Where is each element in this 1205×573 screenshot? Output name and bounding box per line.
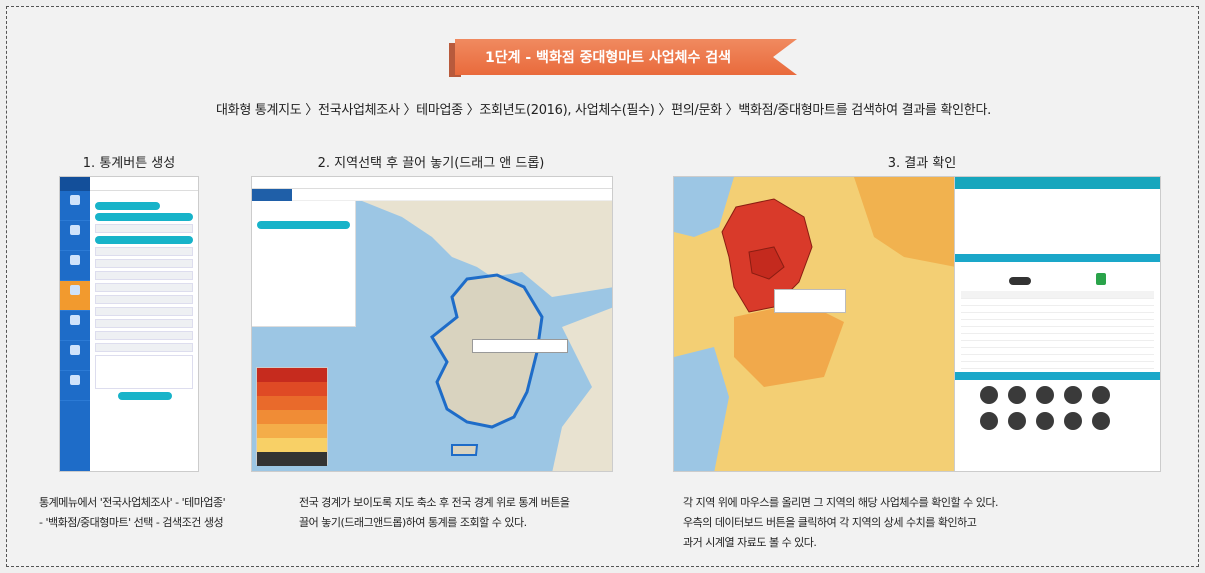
stat-menu-sidebar	[60, 177, 90, 471]
building-icon	[70, 255, 80, 265]
result-map[interactable]	[674, 177, 956, 472]
category-row[interactable]	[95, 307, 193, 316]
data-view-header	[955, 254, 1160, 262]
theme-pill[interactable]	[95, 236, 193, 244]
panel-title	[90, 191, 198, 199]
result-table	[961, 291, 1154, 369]
search-summary	[955, 189, 1160, 251]
caption-line: 우측의 데이터보드 버튼을 클릭하여 각 지역의 상세 수치를 확인하고	[683, 516, 977, 529]
menu-item[interactable]	[60, 191, 90, 221]
banner-title: 1단계 - 백화점 중대형마트 사업체수 검색	[455, 39, 798, 75]
year-button[interactable]	[1092, 385, 1110, 404]
step-1-title: 1. 통계버튼 생성	[82, 156, 176, 171]
category-row[interactable]	[95, 319, 193, 328]
intro-text: 대화형 통계지도 〉전국사업체조사 〉테마업종 〉조회년도(2016), 사업체…	[216, 103, 991, 118]
database-icon	[70, 345, 80, 355]
category-row[interactable]	[95, 247, 193, 256]
category-row[interactable]	[95, 331, 193, 340]
year-button[interactable]	[1064, 385, 1082, 404]
map-toolbar	[252, 189, 612, 201]
caption-line: - '백화점/중대형마트' 선택 - 검색조건 생성	[39, 516, 224, 529]
year-button[interactable]	[980, 385, 998, 404]
create-button[interactable]	[118, 392, 172, 400]
year-button[interactable]	[1036, 385, 1054, 404]
step-3-caption: 각 지역 위에 마우스를 올리면 그 지역의 해당 사업체수를 확인할 수 있다…	[683, 493, 998, 553]
view-toggle[interactable]	[955, 262, 1160, 288]
people-icon	[70, 225, 80, 235]
panel-header	[90, 177, 198, 191]
menu-item[interactable]	[60, 371, 90, 401]
excel-icon[interactable]	[1096, 273, 1107, 285]
caption-line: 과거 시계열 자료도 볼 수 있다.	[683, 536, 817, 549]
year-buttons	[955, 380, 1160, 440]
tab-pill[interactable]	[95, 202, 160, 210]
region-tooltip	[774, 289, 846, 313]
year-button[interactable]	[1036, 411, 1054, 430]
stat-menu-button[interactable]	[252, 189, 292, 201]
caption-line: 통계메뉴에서 '전국사업체조사' - '테마업종'	[39, 496, 226, 509]
caption-line: 각 지역 위에 마우스를 올리면 그 지역의 해당 사업체수를 확인할 수 있다…	[683, 496, 998, 509]
chart-icon	[70, 315, 80, 325]
step-2-screenshot	[251, 176, 613, 472]
year-button[interactable]	[1008, 385, 1026, 404]
menu-item[interactable]	[60, 251, 90, 281]
category-row[interactable]	[95, 259, 193, 268]
category-row[interactable]	[95, 271, 193, 280]
option-row[interactable]	[95, 224, 193, 233]
year-select[interactable]	[95, 213, 193, 221]
category-row[interactable]	[95, 283, 193, 292]
menu-item[interactable]	[60, 341, 90, 371]
step-banner: 1단계 - 백화점 중대형마트 사업체수 검색	[449, 37, 798, 77]
step-1-screenshot	[59, 176, 199, 472]
data-board-header	[955, 177, 1160, 189]
search-condition-panel	[90, 177, 198, 471]
dragged-stat-button[interactable]	[257, 221, 350, 229]
step-3-screenshot	[673, 176, 1161, 472]
menu-item-business-survey[interactable]	[60, 281, 90, 311]
legend	[256, 367, 328, 466]
menu-item[interactable]	[60, 311, 90, 341]
jeju	[451, 444, 479, 456]
year-button[interactable]	[980, 411, 998, 430]
caption-line: 끌어 놓기(드래그앤드롭)하여 통계를 조회할 수 있다.	[299, 516, 527, 529]
year-button[interactable]	[1008, 411, 1026, 430]
tutorial-frame: 1단계 - 백화점 중대형마트 사업체수 검색 대화형 통계지도 〉전국사업체조…	[6, 6, 1199, 567]
toggle-switch[interactable]	[1008, 277, 1031, 285]
category-row[interactable]	[95, 295, 193, 304]
caption-line: 전국 경계가 보이도록 지도 축소 후 전국 경계 위로 통계 버튼을	[299, 496, 570, 509]
selection-panel	[252, 201, 356, 327]
checkbox-list[interactable]	[95, 355, 193, 389]
data-board	[954, 177, 1160, 471]
year-button[interactable]	[1092, 411, 1110, 430]
map-topbar	[252, 177, 612, 189]
category-row[interactable]	[95, 343, 193, 352]
timeseries-header	[955, 371, 1160, 380]
year-button[interactable]	[1064, 411, 1082, 430]
step-1-caption: 통계메뉴에서 '전국사업체조사' - '테마업종' - '백화점/중대형마트' …	[39, 493, 226, 533]
drop-tooltip	[472, 339, 568, 353]
chart-icon	[70, 195, 80, 205]
user-icon	[70, 375, 80, 385]
store-icon	[70, 285, 80, 295]
step-2-caption: 전국 경계가 보이도록 지도 축소 후 전국 경계 위로 통계 버튼을 끌어 놓…	[299, 493, 570, 533]
step-3-title: 3. 결과 확인	[887, 156, 957, 171]
step-2-title: 2. 지역선택 후 끌어 놓기(드래그 앤 드롭)	[317, 156, 545, 171]
menu-header	[60, 177, 90, 191]
menu-item[interactable]	[60, 221, 90, 251]
